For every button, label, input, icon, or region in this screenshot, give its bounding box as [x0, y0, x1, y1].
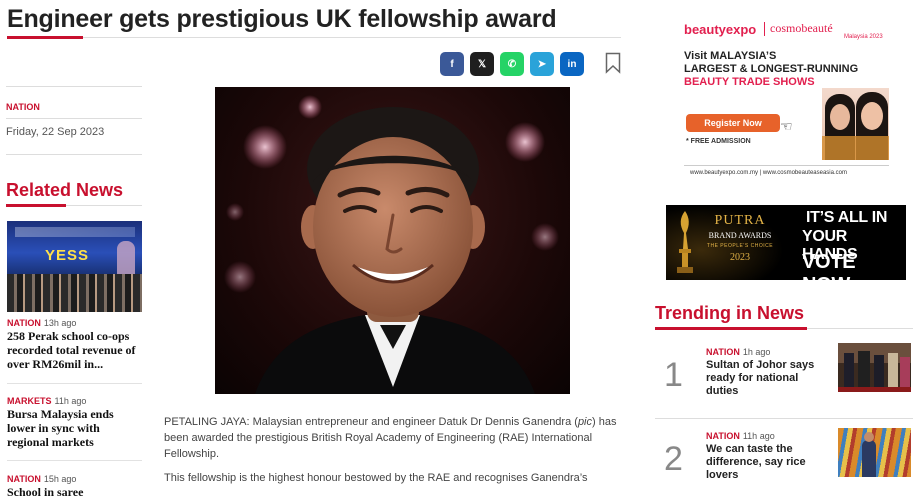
- related-news-heading: Related News: [6, 180, 124, 200]
- meta-divider-bottom: [6, 154, 142, 155]
- related-news-thumbnail[interactable]: YESS: [7, 221, 142, 312]
- trending-item-title[interactable]: Sultan of Johor says ready for national …: [706, 359, 831, 398]
- vote-now-text: VOTE NOW: [802, 251, 856, 280]
- pointer-hand-icon: ☜: [780, 118, 793, 134]
- whatsapp-share-button[interactable]: ✆: [500, 52, 524, 76]
- register-now-button[interactable]: Register Now: [686, 114, 780, 132]
- related-item-title[interactable]: School in saree: [7, 485, 142, 499]
- article-hero-image: [215, 87, 570, 394]
- trending-item[interactable]: NATION 11h ago We can taste the differenc…: [706, 431, 831, 482]
- linkedin-icon: in: [567, 58, 577, 70]
- article-headline: Engineer gets prestigious UK fellowship …: [7, 5, 557, 33]
- related-item-title[interactable]: 258 Perak school co-ops recorded total r…: [7, 329, 142, 371]
- article-body: PETALING JAYA: Malaysian entrepreneur an…: [164, 414, 624, 494]
- trending-item-thumbnail[interactable]: [838, 343, 911, 392]
- related-item-category[interactable]: NATION: [7, 318, 41, 328]
- trending-item[interactable]: NATION 1h ago Sultan of Johor says ready …: [706, 347, 831, 398]
- related-item-time: 13h ago: [43, 318, 77, 328]
- linkedin-share-button[interactable]: in: [560, 52, 584, 76]
- related-news-item[interactable]: NATION 13h ago 258 Perak school co-ops re…: [7, 318, 142, 371]
- trending-divider: [655, 327, 913, 330]
- share-bar: f 𝕏 ✆ ➤ in: [440, 52, 584, 76]
- pic-label: pic: [577, 416, 592, 428]
- page: Engineer gets prestigious UK fellowship …: [0, 0, 915, 503]
- telegram-icon: ➤: [537, 58, 547, 70]
- article-paragraph: This fellowship is the highest honour be…: [164, 472, 588, 484]
- related-item-time: 15h ago: [43, 474, 77, 484]
- putra-brand-awards-advert[interactable]: PUTRA BRAND AWARDS THE PEOPLE’S CHOICE 2…: [666, 205, 906, 280]
- related-news-item[interactable]: MARKETS 11h ago Bursa Malaysia ends lower…: [7, 396, 142, 449]
- bookmark-icon[interactable]: [605, 52, 621, 74]
- headline-divider: [7, 36, 621, 39]
- trending-item-category[interactable]: NATION: [706, 431, 740, 441]
- cosmobeaute-logo: cosmobeauté: [770, 21, 833, 35]
- meta-divider-mid: [6, 118, 142, 119]
- related-item-time: 11h ago: [54, 396, 87, 406]
- trending-item-thumbnail[interactable]: [838, 428, 911, 477]
- x-icon: 𝕏: [477, 58, 487, 70]
- trending-item-title[interactable]: We can taste the difference, say rice lo…: [706, 443, 831, 482]
- trending-rank: 2: [664, 440, 683, 478]
- related-divider: [7, 460, 142, 461]
- meta-divider-top: [6, 86, 142, 87]
- related-news-item[interactable]: NATION 15h ago School in saree: [7, 474, 142, 499]
- trending-divider-row: [655, 418, 913, 419]
- x-share-button[interactable]: 𝕏: [470, 52, 494, 76]
- facebook-share-button[interactable]: f: [440, 52, 464, 76]
- article-category-link[interactable]: NATION: [6, 102, 40, 112]
- article-paragraph: PETALING JAYA: Malaysian entrepreneur an…: [164, 416, 617, 460]
- related-item-category[interactable]: NATION: [7, 474, 41, 484]
- trophy-icon: [677, 211, 693, 273]
- trending-item-time: 11h ago: [742, 431, 775, 441]
- trending-item-time: 1h ago: [742, 347, 771, 357]
- telegram-share-button[interactable]: ➤: [530, 52, 554, 76]
- article-date: Friday, 22 Sep 2023: [6, 126, 105, 138]
- trending-rank: 1: [664, 356, 683, 394]
- related-divider: [7, 383, 142, 384]
- related-news-divider: [6, 204, 142, 207]
- related-item-title[interactable]: Bursa Malaysia ends lower in sync with r…: [7, 407, 142, 449]
- beautyexpo-logo: beautyexpo: [684, 22, 757, 37]
- trending-item-category[interactable]: NATION: [706, 347, 740, 357]
- related-item-category[interactable]: MARKETS: [7, 396, 52, 406]
- facebook-icon: f: [450, 58, 454, 70]
- beautyexpo-advert[interactable]: beautyexpo cosmobeauté Malaysia 2023 Vis…: [684, 18, 889, 184]
- thumbnail-banner-text: YESS: [45, 247, 90, 264]
- whatsapp-icon: ✆: [507, 58, 517, 70]
- trending-heading: Trending in News: [655, 303, 805, 323]
- advert-model-image: [822, 88, 889, 160]
